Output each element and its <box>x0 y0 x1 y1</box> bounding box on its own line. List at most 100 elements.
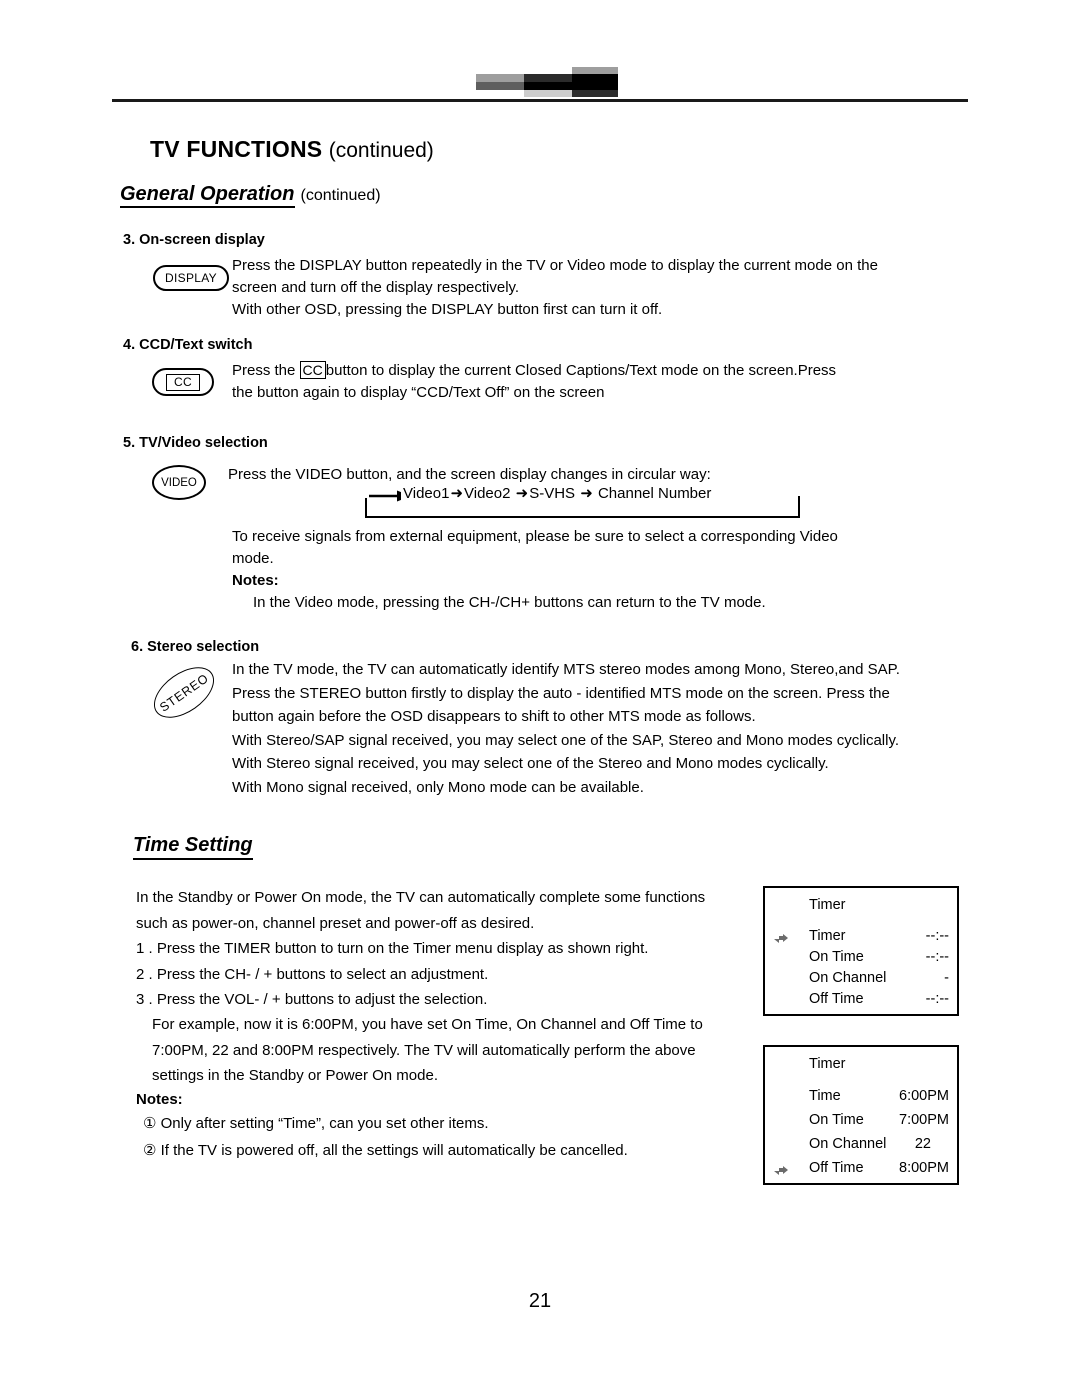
time-setting-paragraph: In the Standby or Power On mode, the TV … <box>136 885 705 1013</box>
timer-row[interactable]: On Time 7:00PM <box>765 1112 957 1137</box>
item3-line-1: Press the DISPLAY button repeatedly in t… <box>232 257 878 274</box>
item4-body: Press the CC button to display the curren… <box>232 360 836 404</box>
timer-row-label: On Time <box>809 949 864 965</box>
item5-note-1: In the Video mode, pressing the CH-/CH+ … <box>253 594 766 611</box>
item3-line-3: With other OSD, pressing the DISPLAY but… <box>232 301 663 318</box>
stereo-button-label: STEREO <box>156 670 212 715</box>
display-button[interactable]: DISPLAY <box>153 265 229 291</box>
flow-node-video2: Video2 <box>464 485 511 502</box>
page-title: TV FUNCTIONS (continued) <box>150 136 434 163</box>
timer-row-label: On Time <box>809 1112 864 1128</box>
timer-row[interactable]: Time 6:00PM <box>765 1088 957 1113</box>
timer-row-value: 8:00PM <box>899 1160 949 1176</box>
timer-menu-empty: Timer Timer --:-- On Time --:-- On Chann… <box>763 886 959 1016</box>
item-heading-tv-video-selection: 5. TV/Video selection <box>123 435 268 451</box>
item3-body: Press the DISPLAY button repeatedly in t… <box>232 255 878 321</box>
section-heading-main: General Operation <box>120 183 295 208</box>
time-setting-step-1: 1 . Press the TIMER button to turn on th… <box>136 940 649 957</box>
pointer-hand-icon <box>774 934 788 943</box>
page-title-suffix: (continued) <box>328 139 434 162</box>
timer-row-value: - <box>944 970 949 986</box>
item6-line-6: With Mono signal received, only Mono mod… <box>232 778 644 796</box>
timer-menu-empty-title: Timer <box>809 897 846 913</box>
decoration-block-6 <box>572 74 618 82</box>
flow-node-labels: Video1➜Video2 ➜S-VHS ➜ Channel Number <box>401 484 714 502</box>
item6-line-1: In the TV mode, the TV can automaticatly… <box>232 661 900 678</box>
timer-row-label: Off Time <box>809 991 864 1007</box>
time-setting-example-line-2: 7:00PM, 22 and 8:00PM respectively. The … <box>152 1041 696 1059</box>
flow-node-video1: Video1 <box>403 485 450 502</box>
item5-line-1: To receive signals from external equipme… <box>232 528 838 545</box>
item6-body: In the TV mode, the TV can automaticatly… <box>232 658 900 799</box>
decoration-block-3 <box>524 82 572 90</box>
video-button-label: VIDEO <box>161 476 197 489</box>
item4-line-2: the button again to display “CCD/Text Of… <box>232 384 605 401</box>
item6-line-2: Press the STEREO button firstly to displ… <box>232 684 890 702</box>
section-heading-suffix: (continued) <box>300 187 381 204</box>
time-setting-example: For example, now it is 6:00PM, you have … <box>152 1012 703 1089</box>
video-mode-flow-diagram: Video1➜Video2 ➜S-VHS ➜ Channel Number <box>365 484 800 518</box>
item6-line-5: With Stereo signal received, you may sel… <box>232 755 829 772</box>
time-setting-step-2: 2 . Press the CH- / + buttons to select … <box>136 965 489 983</box>
decoration-block-7 <box>572 82 618 90</box>
timer-row[interactable]: Off Time 8:00PM <box>765 1160 957 1185</box>
flow-node-channel-number: Channel Number <box>597 485 712 502</box>
timer-menu-filled: Timer Time 6:00PM On Time 7:00PM On Chan… <box>763 1045 959 1185</box>
timer-row-value: 6:00PM <box>899 1088 949 1104</box>
decoration-block-4 <box>524 90 572 97</box>
time-setting-note-2: ② If the TV is powered off, all the sett… <box>143 1142 628 1159</box>
display-button-label: DISPLAY <box>165 271 217 285</box>
time-setting-step-3: 3 . Press the VOL- / + buttons to adjust… <box>136 991 488 1008</box>
decoration-block-1 <box>476 82 524 90</box>
cc-button-label: CC <box>166 373 200 391</box>
timer-row-value: 7:00PM <box>899 1112 949 1128</box>
pointer-hand-icon <box>774 1166 788 1175</box>
timer-row-value: 22 <box>914 1136 931 1152</box>
timer-row-value: --:-- <box>925 991 949 1007</box>
timer-row-label: Time <box>809 1088 841 1104</box>
decoration-block-5 <box>572 67 618 74</box>
item-heading-stereo-selection: 6. Stereo selection <box>131 639 260 655</box>
video-button[interactable]: VIDEO <box>152 465 206 500</box>
time-setting-notes-label: Notes: <box>136 1091 183 1108</box>
timer-row-value: --:-- <box>925 928 949 944</box>
time-setting-example-line-1: For example, now it is 6:00PM, you have … <box>152 1016 703 1033</box>
page-number: 21 <box>528 1290 552 1312</box>
timer-row-label: Off Time <box>809 1160 864 1176</box>
timer-row-label: On Channel <box>809 970 887 986</box>
item5-notes-label: Notes: <box>232 572 279 589</box>
timer-menu-filled-title: Timer <box>809 1056 846 1072</box>
item5-intro: Press the VIDEO button, and the screen d… <box>228 466 711 483</box>
item6-line-4: With Stereo/SAP signal received, you may… <box>232 731 900 749</box>
flow-arrow-3-icon: ➜ <box>580 485 593 502</box>
timer-row-label: Timer <box>809 928 846 944</box>
item3-line-2: screen and turn off the display respecti… <box>232 279 520 296</box>
stereo-button[interactable]: STEREO <box>144 657 224 728</box>
section-heading: General Operation (continued) <box>120 183 381 208</box>
cc-button[interactable]: CC <box>152 368 214 396</box>
item4-line-1: Press the CC button to display the curren… <box>232 360 836 382</box>
timer-row[interactable]: Off Time --:-- <box>765 991 957 1016</box>
time-setting-line-1: In the Standby or Power On mode, the TV … <box>136 889 706 906</box>
timer-row[interactable]: On Channel 22 <box>765 1136 957 1161</box>
time-setting-notes: ① Only after setting “Time”, can you set… <box>143 1110 628 1164</box>
decoration-block-2 <box>524 74 572 82</box>
item4-line1-pre: Press the <box>232 362 296 379</box>
timer-row-value: --:-- <box>925 949 949 965</box>
inline-cc-box: CC <box>299 361 326 379</box>
item-heading-ccd-text-switch: 4. CCD/Text switch <box>123 337 253 353</box>
item4-line1-post: button to display the current Closed Cap… <box>325 362 837 379</box>
flow-arrow-2-icon: ➜ <box>515 485 529 502</box>
time-setting-line-2: such as power-on, channel preset and pow… <box>136 914 535 932</box>
page-title-main: TV FUNCTIONS <box>150 136 323 162</box>
item-heading-on-screen-display: 3. On-screen display <box>123 232 265 248</box>
header-rule <box>112 99 968 102</box>
header-decoration <box>463 67 618 97</box>
time-setting-heading: Time Setting <box>133 834 253 860</box>
time-setting-example-line-3: settings in the Standby or Power On mode… <box>152 1067 438 1084</box>
decoration-block-0 <box>476 74 524 82</box>
item5-line-2: mode. <box>232 550 274 567</box>
decoration-block-8 <box>572 90 618 97</box>
item5-body: To receive signals from external equipme… <box>232 526 838 570</box>
timer-row-label: On Channel <box>809 1136 887 1152</box>
